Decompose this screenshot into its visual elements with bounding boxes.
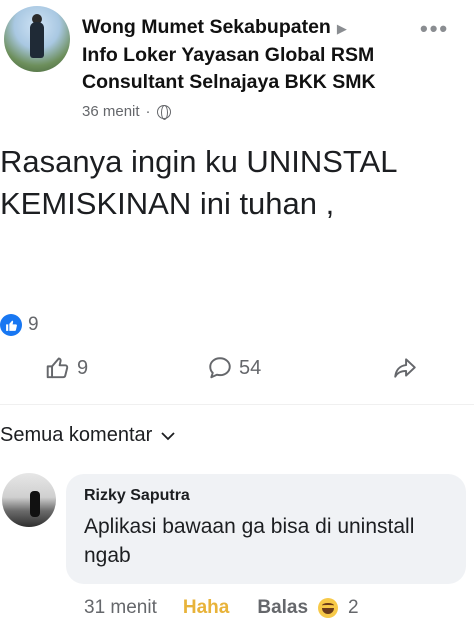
post-text-line: KEMISKINAN ini tuhan , [0, 186, 335, 221]
group-name-line2[interactable]: Consultant Selnajaya BKK SMK [82, 71, 376, 93]
more-options-icon[interactable]: ••• [420, 16, 449, 42]
divider [0, 404, 474, 405]
post-text: Rasanya ingin ku UNINSTAL KEMISKINAN ini… [0, 141, 474, 225]
chevron-down-icon [161, 431, 175, 440]
reaction-count: 9 [28, 314, 39, 335]
author-name[interactable]: Wong Mumet Sekabupaten [82, 16, 331, 38]
author-avatar[interactable] [4, 6, 70, 72]
thumbs-up-icon [46, 357, 69, 379]
post-time[interactable]: 36 menit [82, 103, 140, 120]
like-reaction-icon [0, 314, 22, 336]
post-meta: 36 menit · [82, 103, 171, 120]
commenter-name[interactable]: Rizky Saputra [84, 487, 190, 505]
group-name-line1[interactable]: Info Loker Yayasan Global RSM [82, 44, 374, 66]
like-count: 9 [77, 356, 89, 379]
post-text-line: Rasanya ingin ku UNINSTAL [0, 144, 398, 179]
share-icon [394, 358, 416, 378]
like-button[interactable]: 9 [45, 355, 88, 381]
meta-separator: · [145, 103, 151, 120]
action-bar: 9 54 [0, 355, 474, 395]
shared-to-arrow-icon: ▶ [336, 21, 347, 36]
share-button[interactable] [391, 355, 419, 381]
comment-sort-label: Semua komentar [0, 424, 153, 446]
comment-reaction-count[interactable]: 2 [348, 597, 359, 619]
comment-count: 54 [239, 356, 262, 379]
comment-reaction-button[interactable]: Haha [183, 597, 229, 619]
comment-button[interactable]: 54 [207, 355, 261, 381]
globe-icon [156, 104, 171, 120]
comment-sort-dropdown[interactable]: Semua komentar [0, 424, 176, 447]
comment-time[interactable]: 31 menit [84, 597, 157, 619]
comment-icon [209, 357, 231, 379]
comment-text: Aplikasi bawaan ga bisa di uninstall nga… [84, 515, 415, 567]
haha-emoji-icon [318, 598, 339, 618]
reply-button[interactable]: Balas [257, 597, 308, 619]
reaction-summary[interactable]: 9 [0, 314, 39, 336]
comment-meta: 31 menit Haha Balas 2 [84, 597, 359, 619]
post-author-title[interactable]: Wong Mumet Sekabupaten ▶ Info Loker Yayas… [82, 14, 422, 96]
commenter-avatar[interactable] [2, 473, 56, 527]
